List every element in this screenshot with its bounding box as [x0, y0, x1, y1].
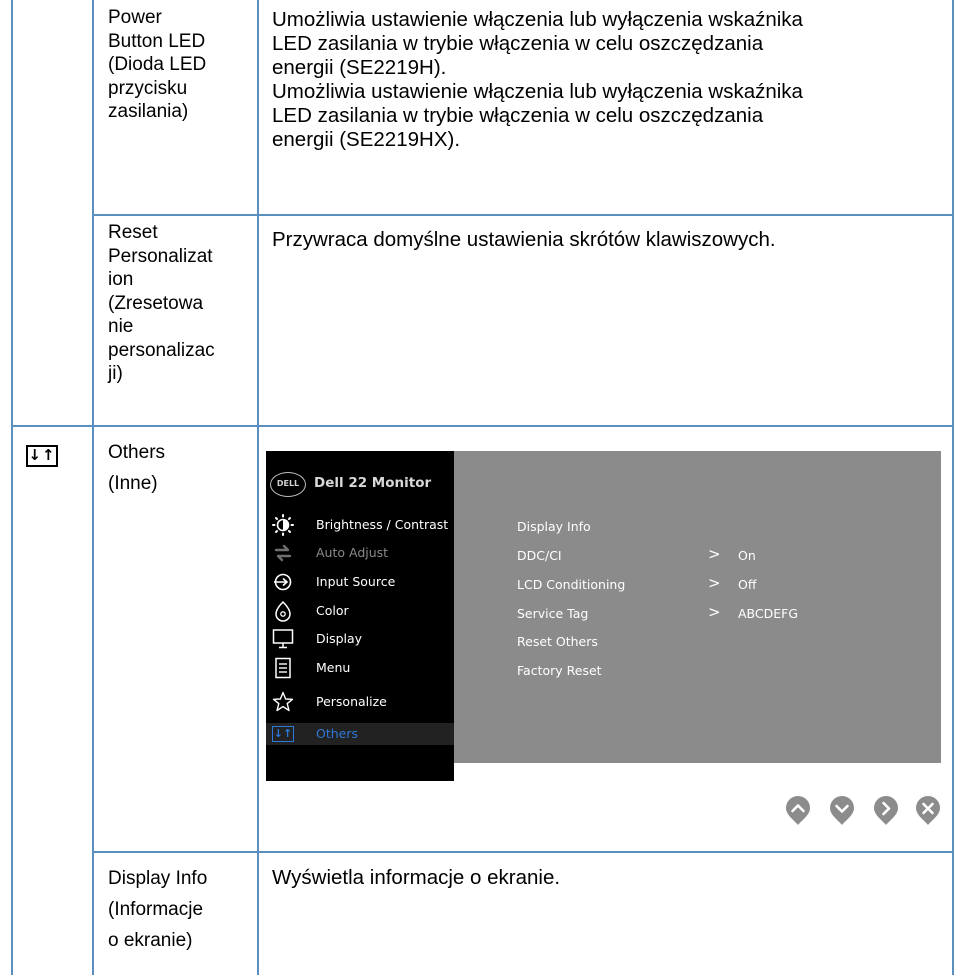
feature-line: nie	[108, 316, 134, 337]
down-button[interactable]	[828, 796, 856, 826]
osd-sub-lcd-conditioning[interactable]: LCD Conditioning	[517, 577, 625, 592]
table-border-col2	[257, 0, 259, 975]
feature-line: przycisku	[108, 77, 188, 99]
osd-sub-ddcci-value: On	[738, 548, 756, 563]
osd-menu-label: Menu	[316, 660, 351, 675]
feature-others: Others (Inne)	[108, 437, 248, 499]
osd-menu-label: Color	[316, 603, 349, 618]
feature-line: Personalizat	[108, 245, 213, 267]
chevron-right-icon: >	[708, 545, 721, 563]
osd-menu-label: Personalize	[316, 694, 387, 709]
feature-line: personalizac	[108, 339, 215, 361]
osd-sub-factory-reset[interactable]: Factory Reset	[517, 663, 602, 678]
osd-menu-item-brightness[interactable]: Brightness / Contrast	[266, 514, 454, 536]
others-icon: ↓↑	[272, 726, 294, 742]
osd-sub-ddcci[interactable]: DDC/CI	[517, 548, 562, 563]
star-icon	[272, 691, 294, 712]
osd-menu-item-color[interactable]: Color	[266, 600, 454, 622]
table-border-right	[952, 0, 954, 975]
feature-line: Button LED	[108, 30, 206, 52]
osd-menu-label: Brightness / Contrast	[316, 517, 449, 532]
dell-logo: DELL	[270, 472, 306, 497]
description-line: LED zasilania w trybie włączenia w celu …	[272, 104, 764, 127]
input-source-icon	[274, 573, 292, 591]
description-line: Umożliwia ustawienie włączenia lub wyłąc…	[272, 80, 803, 103]
table-border-left	[11, 0, 13, 975]
description-line: Przywraca domyślne ustawienia skrótów kl…	[272, 228, 776, 251]
up-button[interactable]	[784, 796, 812, 826]
description-line: LED zasilania w trybie włączenia w celu …	[272, 32, 764, 55]
osd-title: Dell 22 Monitor	[314, 475, 432, 491]
row-divider-2	[11, 425, 954, 427]
osd-menu-item-personalize[interactable]: Personalize	[266, 691, 454, 713]
osd-sub-service-tag[interactable]: Service Tag	[517, 606, 588, 621]
osd-sub-reset-others[interactable]: Reset Others	[517, 634, 598, 649]
osd-bottom-strip	[454, 763, 941, 781]
feature-line: (Dioda LED	[108, 54, 207, 75]
osd-sub-display-info[interactable]: Display Info	[517, 519, 591, 534]
osd-menu-item-display[interactable]: Display	[266, 628, 454, 650]
description-display-info: Wyświetla informacje o ekranie.	[272, 866, 942, 890]
description-line: energii (SE2219H).	[272, 56, 447, 79]
feature-line: Reset	[108, 222, 158, 243]
description-line: Wyświetla informacje o ekranie.	[272, 866, 561, 889]
feature-line: Display Info	[108, 868, 208, 889]
osd-menu-item-auto-adjust[interactable]: Auto Adjust	[266, 542, 454, 564]
right-button[interactable]	[872, 796, 900, 826]
osd-menu-item-menu[interactable]: Menu	[266, 657, 454, 679]
description-power-button-led: Umożliwia ustawienie włączenia lub wyłąc…	[272, 8, 942, 152]
osd-menu-label: Auto Adjust	[316, 545, 389, 560]
feature-power-button-led: Power Button LED (Dioda LED przycisku za…	[108, 6, 248, 124]
brightness-icon	[272, 514, 294, 536]
feature-line: ion	[108, 269, 134, 290]
color-icon	[275, 600, 291, 622]
close-button[interactable]	[914, 796, 942, 826]
chevron-right-icon: >	[708, 574, 721, 592]
table-border-col1	[92, 0, 94, 975]
feature-reset-personalization: Reset Personalizat ion (Zresetowa nie pe…	[108, 221, 248, 386]
feature-line: (Zresetowa	[108, 292, 204, 314]
auto-adjust-icon	[274, 544, 292, 562]
description-reset-personalization: Przywraca domyślne ustawienia skrótów kl…	[272, 228, 942, 252]
description-line: energii (SE2219HX).	[272, 128, 461, 151]
osd-menu-label: Others	[316, 726, 359, 741]
osd-menu-item-input-source[interactable]: Input Source	[266, 571, 454, 593]
feature-line: ji)	[108, 363, 123, 384]
feature-line: zasilania)	[108, 101, 189, 122]
feature-line: o ekranie)	[108, 930, 193, 951]
osd-sub-service-tag-value: ABCDEFG	[738, 606, 799, 621]
feature-line: (Inne)	[108, 473, 158, 494]
menu-icon	[275, 657, 291, 679]
osd-sub-lcd-conditioning-value: Off	[738, 577, 757, 592]
row-divider-1	[92, 214, 954, 216]
osd-menu-label: Input Source	[316, 574, 396, 589]
feature-line: Power	[108, 7, 162, 28]
others-icon: ↓↑	[26, 445, 58, 467]
row-divider-3	[92, 851, 954, 853]
feature-line: (Informacje	[108, 899, 204, 920]
feature-display-info: Display Info (Informacje o ekranie)	[108, 863, 248, 956]
description-line: Umożliwia ustawienie włączenia lub wyłąc…	[272, 8, 803, 31]
feature-line: Others	[108, 442, 166, 463]
osd-menu-item-others[interactable]: ↓↑ Others	[266, 723, 454, 745]
display-icon	[272, 629, 294, 649]
osd-menu-screenshot: DELL Dell 22 Monitor Brightness / Contra…	[266, 451, 941, 781]
chevron-right-icon: >	[708, 603, 721, 621]
osd-menu-label: Display	[316, 631, 363, 646]
